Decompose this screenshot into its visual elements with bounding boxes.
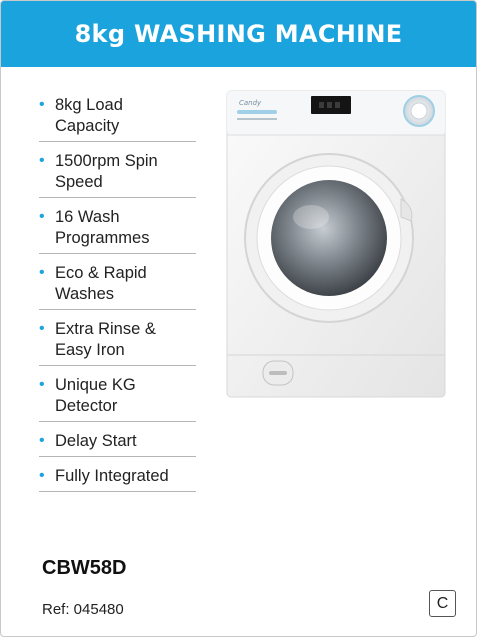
header-title: 8kg WASHING MACHINE	[74, 20, 403, 48]
feature-item: • Eco & Rapid Washes	[39, 261, 196, 310]
reference-number: Ref: 045480	[42, 601, 124, 618]
bullet-icon: •	[39, 208, 45, 225]
model-number: CBW58D	[42, 557, 127, 579]
brand-logo: Candy	[239, 99, 262, 107]
feature-item: • Unique KG Detector	[39, 373, 196, 422]
bullet-icon: •	[39, 467, 45, 484]
feature-item: • Fully Integrated	[39, 464, 196, 492]
feature-text: Extra Rinse &	[55, 320, 156, 338]
indicator-strip	[237, 110, 277, 114]
feature-list: • 8kg Load Capacity • 1500rpm Spin Speed…	[39, 93, 196, 499]
feature-text: Washes	[55, 285, 114, 303]
header-banner: 8kg WASHING MACHINE	[1, 1, 476, 67]
bullet-icon: •	[39, 96, 45, 113]
feature-text: Capacity	[55, 117, 120, 135]
bullet-icon: •	[39, 376, 45, 393]
feature-text: Unique KG	[55, 376, 136, 394]
feature-text: Easy Iron	[55, 341, 125, 359]
feature-item: • Delay Start	[39, 429, 196, 457]
feature-text: 8kg Load	[55, 96, 123, 114]
feature-text: Speed	[55, 173, 103, 191]
feature-text: Delay Start	[55, 432, 137, 450]
bullet-icon: •	[39, 264, 45, 281]
indicator-strip	[237, 118, 277, 120]
feature-text: Eco & Rapid	[55, 264, 147, 282]
feature-item: • 16 Wash Programmes	[39, 205, 196, 254]
energy-class-badge: C	[429, 590, 456, 617]
feature-text: 16 Wash	[55, 208, 120, 226]
feature-text: Fully Integrated	[55, 467, 169, 485]
bullet-icon: •	[39, 320, 45, 337]
feature-text: Detector	[55, 397, 118, 415]
bullet-icon: •	[39, 152, 45, 169]
door-glass	[271, 180, 387, 296]
bullet-icon: •	[39, 432, 45, 449]
product-card: 8kg WASHING MACHINE • 8kg Load Capacity …	[0, 0, 477, 637]
washing-machine-image: Candy	[226, 90, 446, 398]
feature-item: • 8kg Load Capacity	[39, 93, 196, 142]
feature-item: • Extra Rinse & Easy Iron	[39, 317, 196, 366]
feature-text: 1500rpm Spin	[55, 152, 158, 170]
feature-item: • 1500rpm Spin Speed	[39, 149, 196, 198]
feature-text: Programmes	[55, 229, 150, 247]
